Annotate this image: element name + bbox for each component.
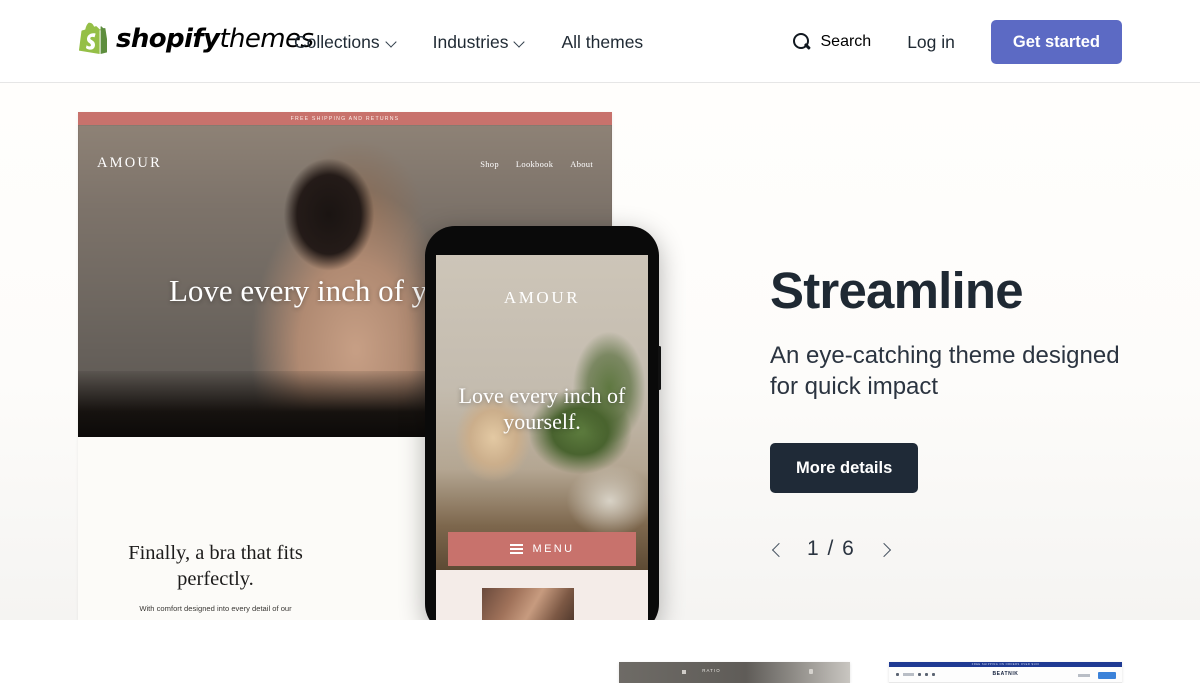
search-icon [792,33,811,51]
nav-item-collections[interactable]: Collections [294,30,398,54]
theme-thumbnail-ratio[interactable]: RATIO [619,662,850,683]
theme-thumbnail-row: RATIO FREE SHIPPING ON ORDERS OVER $100 … [0,620,1200,683]
chevron-left-icon[interactable] [770,541,787,558]
login-link[interactable]: Log in [907,32,955,53]
thumbnail-header-row: BEATNIK [889,667,1122,683]
header-actions: Search Log in Get started [792,20,1122,64]
phone-screen: AMOUR Love every inch of yourself. MENU [436,255,648,620]
chevron-down-icon [387,37,398,48]
hero-section: FREE SHIPPING AND RETURNS AMOUR Shop Loo… [0,83,1200,620]
preview-nav-about[interactable]: About [570,159,593,169]
theme-preview-mobile[interactable]: AMOUR Love every inch of yourself. MENU [425,226,661,620]
mobile-preview-menu-button[interactable]: MENU [448,532,636,566]
preview-nav-links: Shop Lookbook About [480,159,593,169]
nav-item-all-themes[interactable]: All themes [561,30,643,54]
shopify-themes-logo[interactable]: shopifythemes [78,22,314,55]
preview-lower-text: Finally, a bra that fits perfectly. With… [108,541,323,615]
preview-nav-lookbook[interactable]: Lookbook [516,159,553,169]
chevron-down-icon [515,37,526,48]
shopify-bag-icon [78,22,109,55]
preview-announcement-bar: FREE SHIPPING AND RETURNS [78,112,612,125]
preview-nav-shop[interactable]: Shop [480,159,499,169]
theme-thumbnail-beatnik[interactable]: FREE SHIPPING ON ORDERS OVER $100 BEATNI… [889,662,1122,683]
site-header: shopifythemes Collections Industries All… [0,0,1200,83]
thumbnail-right-actions [1078,672,1116,679]
more-details-button[interactable]: More details [770,443,919,494]
chevron-right-icon[interactable] [875,541,892,558]
nav-item-collections-label: Collections [294,32,380,52]
logo-shopify-text: shopify [116,23,220,54]
carousel-controls: 1 / 6 [770,537,1140,561]
mobile-preview-headline: Love every inch of yourself. [458,383,626,434]
thumbnail-cta-button [1098,672,1116,679]
carousel-counter: 1 / 6 [807,537,856,561]
hamburger-icon [509,544,523,554]
preview-nav-row: AMOUR Shop Lookbook About [78,155,612,172]
preview-brand-amour: AMOUR [97,155,162,171]
theme-title: Streamline [770,262,1024,319]
theme-subtitle: An eye-catching theme designed for quick… [770,342,1120,401]
mobile-preview-lower [436,570,648,620]
hero-copy: Streamline An eye-catching theme designe… [770,263,1140,561]
get-started-button[interactable]: Get started [990,20,1122,64]
search-button[interactable]: Search [792,33,872,51]
thumbnail-cart-icon [809,669,813,674]
search-label: Search [820,33,872,50]
page-root: shopifythemes Collections Industries All… [0,0,1200,683]
logo-wordmark: shopifythemes [116,23,314,54]
preview-section-headline: Finally, a bra that fits perfectly. [128,542,303,590]
thumbnail-ratio-label: RATIO [702,668,721,673]
nav-item-industries[interactable]: Industries [433,30,527,54]
main-navigation: Collections Industries All themes [294,30,643,54]
mobile-preview-lower-image [482,588,574,620]
mobile-preview-menu-label: MENU [532,543,575,555]
nav-item-all-themes-label: All themes [561,32,644,52]
nav-item-industries-label: Industries [432,32,509,52]
phone-power-button [658,346,661,390]
mobile-preview-brand: AMOUR [503,288,581,307]
preview-section-body: With comfort designed into every detail … [139,604,292,614]
